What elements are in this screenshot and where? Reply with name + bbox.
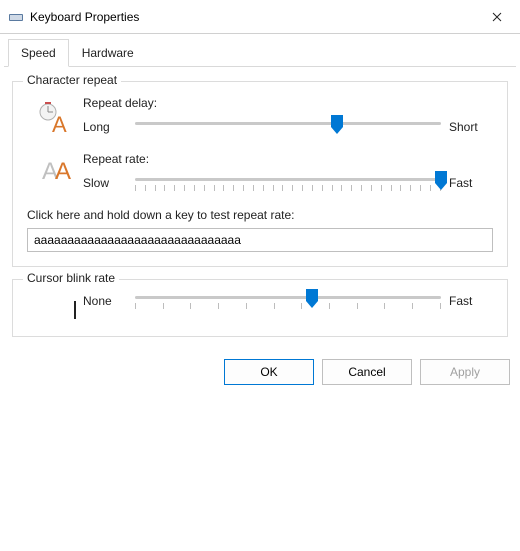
repeat-rate-label: Repeat rate: — [83, 152, 493, 166]
app-icon — [8, 9, 24, 25]
cancel-button-label: Cancel — [348, 365, 385, 379]
cursor-blink-icon — [27, 294, 83, 320]
repeat-delay-label: Repeat delay: — [83, 96, 493, 110]
repeat-rate-icon: AA — [27, 152, 83, 186]
repeat-rate-max-label: Fast — [449, 176, 493, 190]
legend-cursor-blink: Cursor blink rate — [23, 271, 119, 285]
groupbox-character-repeat: Character repeat A Repeat delay: Long — [12, 81, 508, 267]
tab-speed-label: Speed — [21, 46, 56, 60]
repeat-rate-min-label: Slow — [83, 176, 127, 190]
groupbox-cursor-blink: Cursor blink rate None — [12, 279, 508, 337]
repeat-delay-icon: A — [27, 96, 83, 134]
apply-button[interactable]: Apply — [420, 359, 510, 385]
title-bar: Keyboard Properties — [0, 0, 520, 34]
repeat-delay-max-label: Short — [449, 120, 493, 134]
test-repeat-input[interactable] — [27, 228, 493, 252]
close-button[interactable] — [474, 0, 520, 34]
apply-button-label: Apply — [450, 365, 480, 379]
row-repeat-delay: A Repeat delay: Long Short — [27, 96, 493, 134]
dialog-button-row: OK Cancel Apply — [0, 349, 520, 395]
ok-button-label: OK — [260, 365, 277, 379]
row-repeat-rate: AA Repeat rate: Slow Fast — [27, 152, 493, 190]
repeat-rate-slider[interactable] — [135, 178, 441, 189]
cursor-blink-slider[interactable] — [135, 296, 441, 307]
svg-text:A: A — [52, 112, 67, 134]
tab-speed[interactable]: Speed — [8, 39, 69, 67]
tab-hardware-label: Hardware — [82, 46, 134, 60]
ok-button[interactable]: OK — [224, 359, 314, 385]
cancel-button[interactable]: Cancel — [322, 359, 412, 385]
row-cursor-blink: None Fast — [27, 294, 493, 320]
tab-panel-speed: Character repeat A Repeat delay: Long — [4, 67, 516, 337]
tab-hardware[interactable]: Hardware — [69, 39, 147, 67]
test-repeat-label: Click here and hold down a key to test r… — [27, 208, 493, 222]
client-area: Speed Hardware Character repeat A Repeat… — [0, 34, 520, 337]
cursor-blink-min-label: None — [83, 294, 127, 308]
tab-strip: Speed Hardware — [4, 38, 516, 67]
cursor-blink-max-label: Fast — [449, 294, 493, 308]
window-title: Keyboard Properties — [30, 10, 474, 24]
repeat-delay-slider[interactable] — [135, 122, 441, 133]
legend-character-repeat: Character repeat — [23, 73, 121, 87]
repeat-delay-min-label: Long — [83, 120, 127, 134]
